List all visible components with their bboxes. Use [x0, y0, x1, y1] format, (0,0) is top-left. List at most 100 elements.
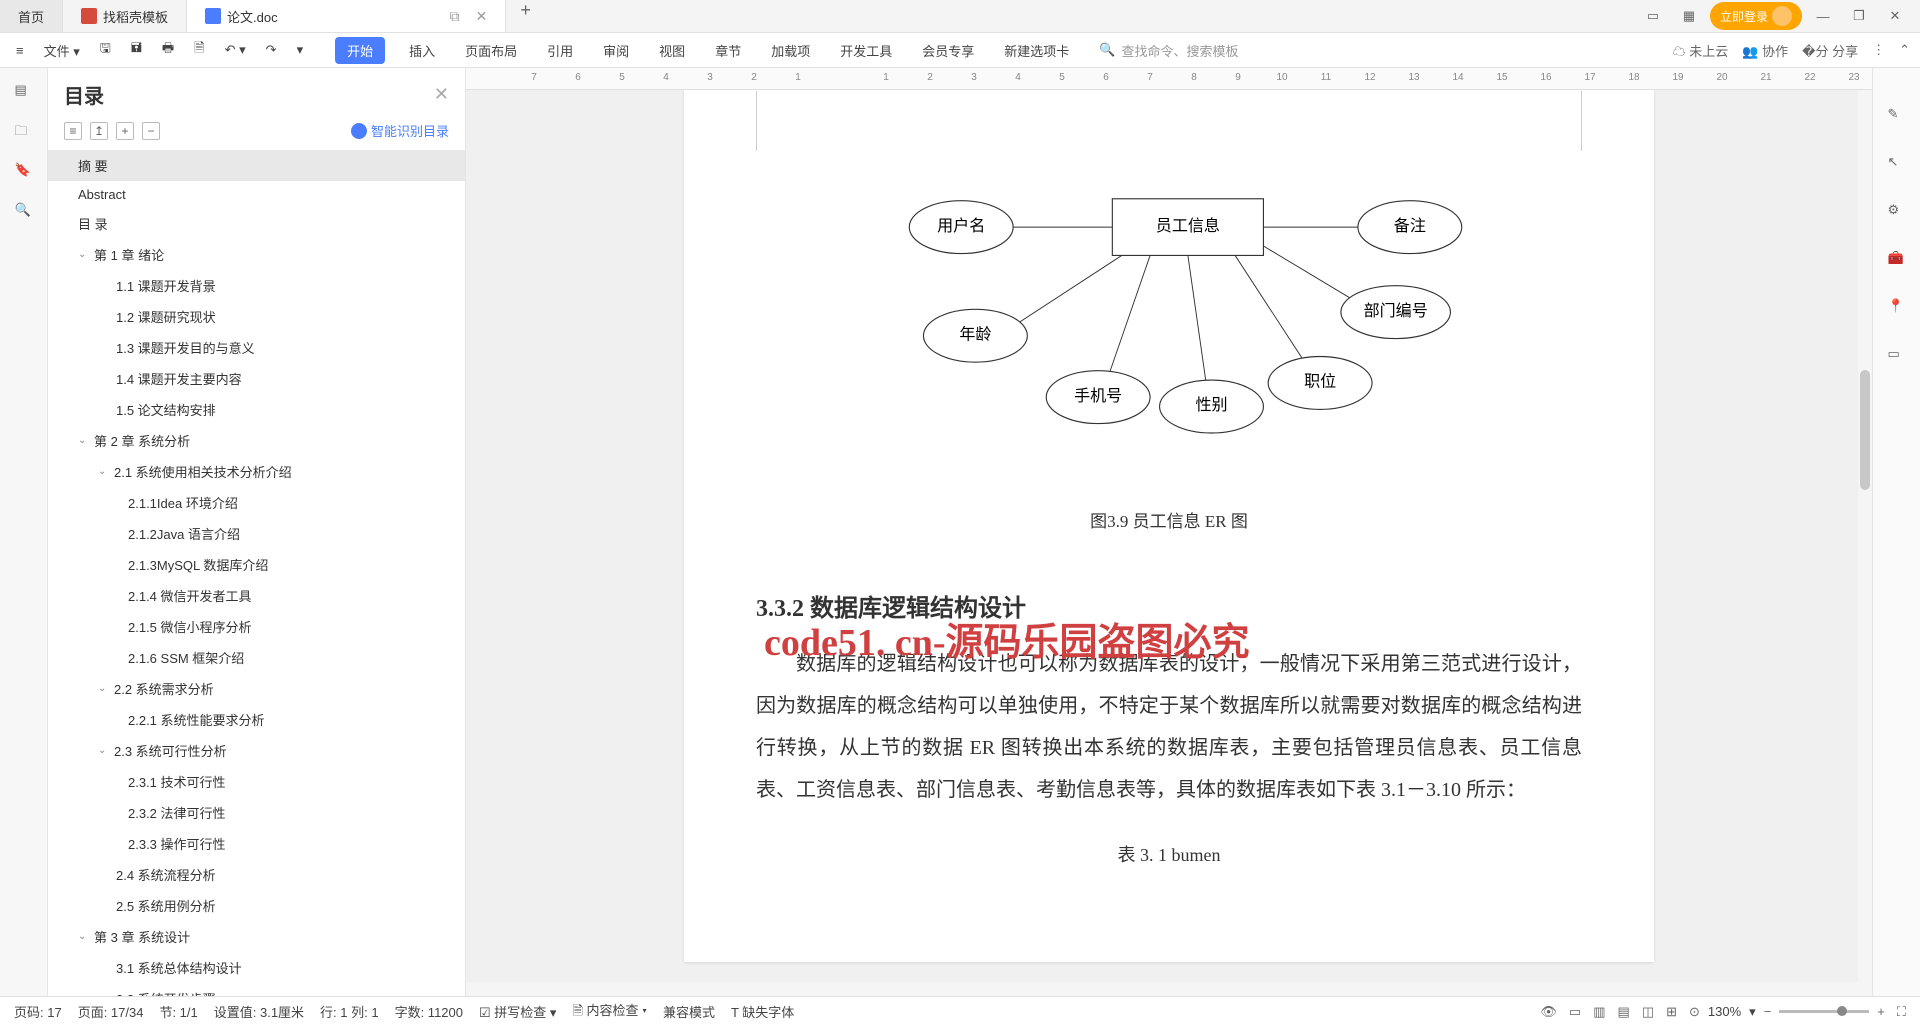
- print-preview-icon[interactable]: 🗎: [188, 35, 210, 65]
- tab-add-button[interactable]: +: [506, 0, 545, 32]
- toc-item[interactable]: ⌄2.1 系统使用相关技术分析介绍: [48, 456, 465, 487]
- view-grid-icon[interactable]: ⊞: [1666, 1004, 1677, 1020]
- toc-list-icon[interactable]: ≡: [64, 122, 82, 140]
- view-web-icon[interactable]: ▥: [1593, 1004, 1605, 1020]
- bookmark-icon[interactable]: 🔖: [15, 162, 33, 180]
- toc-item[interactable]: 2.1.4 微信开发者工具: [48, 580, 465, 611]
- select-icon[interactable]: ↖: [1888, 154, 1906, 172]
- vscroll-thumb[interactable]: [1860, 370, 1870, 490]
- read-icon[interactable]: ▭: [1888, 346, 1906, 364]
- zoom-thumb[interactable]: [1837, 1006, 1847, 1016]
- ribbon-tab-layout[interactable]: 页面布局: [459, 37, 523, 64]
- ribbon-tab-addons[interactable]: 加载项: [765, 37, 816, 64]
- login-button[interactable]: 立即登录: [1710, 2, 1802, 30]
- zoom-reset-icon[interactable]: ⊙: [1689, 1004, 1700, 1020]
- vertical-scrollbar[interactable]: [1858, 90, 1872, 996]
- ribbon-tab-sections[interactable]: 章节: [709, 37, 747, 64]
- toc-item[interactable]: 1.1 课题开发背景: [48, 270, 465, 301]
- apps-icon[interactable]: ▦: [1674, 1, 1704, 31]
- save-icon[interactable]: 🖫: [94, 35, 117, 65]
- cloud-status[interactable]: ☁ 未上云: [1673, 41, 1729, 60]
- status-font[interactable]: T 缺失字体: [731, 1002, 794, 1021]
- close-button[interactable]: ✕: [1880, 1, 1910, 31]
- tab-popout-icon[interactable]: ⧉: [450, 8, 460, 25]
- toc-item[interactable]: 2.4 系统流程分析: [48, 859, 465, 890]
- file-menu[interactable]: 文件 ▾: [38, 37, 86, 64]
- view-read-icon[interactable]: ◫: [1642, 1004, 1654, 1020]
- status-page[interactable]: 页面: 17/34: [78, 1002, 144, 1021]
- collab-button[interactable]: 👥 协作: [1742, 41, 1788, 60]
- minimize-button[interactable]: —: [1808, 1, 1838, 31]
- collapse-ribbon-icon[interactable]: ⌃: [1899, 42, 1910, 58]
- maximize-button[interactable]: ❐: [1844, 1, 1874, 31]
- view-eye-icon[interactable]: 👁: [1540, 1004, 1557, 1020]
- toc-item[interactable]: ⌄2.2 系统需求分析: [48, 673, 465, 704]
- undo-button[interactable]: ↶ ▾: [219, 38, 252, 62]
- more-icon[interactable]: ⋮: [1872, 42, 1885, 58]
- ribbon-tab-references[interactable]: 引用: [541, 37, 579, 64]
- zoom-slider[interactable]: [1779, 1010, 1869, 1013]
- toc-item[interactable]: ⌄2.3 系统可行性分析: [48, 735, 465, 766]
- ribbon-tab-insert[interactable]: 插入: [403, 37, 441, 64]
- status-section[interactable]: 节: 1/1: [159, 1002, 197, 1021]
- settings-icon[interactable]: ⚙: [1888, 202, 1906, 220]
- tool-icon[interactable]: 🧰: [1888, 250, 1906, 268]
- chevron-down-icon[interactable]: ⌄: [98, 745, 110, 756]
- saveas-icon[interactable]: 🖬: [125, 35, 148, 65]
- toc-ai-button[interactable]: 智能识别目录: [351, 121, 449, 140]
- toc-item[interactable]: ⌄第 2 章 系统分析: [48, 425, 465, 456]
- chevron-down-icon[interactable]: ⌄: [98, 683, 110, 694]
- toc-item[interactable]: 1.2 课题研究现状: [48, 301, 465, 332]
- find-icon[interactable]: 🔍: [15, 202, 33, 220]
- ribbon-tab-view[interactable]: 视图: [653, 37, 691, 64]
- location-icon[interactable]: 📍: [1888, 298, 1906, 316]
- layout-icon[interactable]: ▭: [1638, 1, 1668, 31]
- ruler[interactable]: 7654321123456789101112131415161718192021…: [466, 68, 1872, 90]
- qat-dropdown[interactable]: ▾: [291, 38, 310, 62]
- tab-document[interactable]: 论文.doc⧉✕: [187, 0, 506, 32]
- status-content[interactable]: 🗎 内容检查 ▾: [572, 1000, 647, 1024]
- ribbon-tab-review[interactable]: 审阅: [597, 37, 635, 64]
- toc-item[interactable]: 2.1.3MySQL 数据库介绍: [48, 549, 465, 580]
- folder-icon[interactable]: 🗀: [15, 122, 33, 140]
- view-outline-icon[interactable]: ▤: [1618, 1004, 1630, 1020]
- chevron-down-icon[interactable]: ⌄: [78, 249, 90, 260]
- tab-home[interactable]: 首页: [0, 0, 63, 32]
- horizontal-scrollbar[interactable]: [466, 982, 1872, 996]
- toc-item[interactable]: 2.2.1 系统性能要求分析: [48, 704, 465, 735]
- toc-item[interactable]: 2.1.5 微信小程序分析: [48, 611, 465, 642]
- ribbon-tab-new[interactable]: 新建选项卡: [998, 37, 1075, 64]
- toc-item[interactable]: ⌄第 1 章 绪论: [48, 239, 465, 270]
- tab-close-icon[interactable]: ✕: [476, 8, 488, 25]
- toc-item[interactable]: ⌄第 3 章 系统设计: [48, 921, 465, 952]
- search-box[interactable]: 🔍 查找命令、搜索模板: [1099, 41, 1238, 60]
- toc-item[interactable]: 1.3 课题开发目的与意义: [48, 332, 465, 363]
- redo-button[interactable]: ↷: [260, 38, 283, 62]
- chevron-down-icon[interactable]: ⌄: [78, 435, 90, 446]
- status-rowcol[interactable]: 行: 1 列: 1: [320, 1002, 379, 1021]
- zoom-value[interactable]: 130%: [1708, 1004, 1741, 1019]
- ribbon-tab-start[interactable]: 开始: [335, 37, 385, 64]
- tab-templates[interactable]: 找稻壳模板: [63, 0, 187, 32]
- toc-item[interactable]: Abstract: [48, 181, 465, 208]
- status-setval[interactable]: 设置值: 3.1厘米: [214, 1002, 304, 1021]
- toc-item[interactable]: 1.4 课题开发主要内容: [48, 363, 465, 394]
- toc-item[interactable]: 3.1 系统总体结构设计: [48, 952, 465, 983]
- toc-item[interactable]: 摘 要: [48, 150, 465, 181]
- toc-item[interactable]: 3.2 系统开发步骤: [48, 983, 465, 996]
- toc-item[interactable]: 2.3.3 操作可行性: [48, 828, 465, 859]
- status-page-no[interactable]: 页码: 17: [14, 1002, 62, 1021]
- view-print-icon[interactable]: ▭: [1569, 1004, 1581, 1020]
- toc-expand-icon[interactable]: +: [116, 122, 134, 140]
- toc-close-icon[interactable]: ✕: [434, 84, 449, 105]
- toc-promote-icon[interactable]: ↥: [90, 122, 108, 140]
- zoom-in-icon[interactable]: +: [1877, 1004, 1885, 1019]
- zoom-out-icon[interactable]: −: [1764, 1004, 1772, 1019]
- ribbon-tab-dev[interactable]: 开发工具: [834, 37, 898, 64]
- toc-item[interactable]: 2.1.1Idea 环境介绍: [48, 487, 465, 518]
- toc-item[interactable]: 1.5 论文结构安排: [48, 394, 465, 425]
- share-button[interactable]: �分 分享: [1802, 41, 1858, 60]
- toc-item[interactable]: 2.1.6 SSM 框架介绍: [48, 642, 465, 673]
- chevron-down-icon[interactable]: ⌄: [98, 466, 110, 477]
- status-words[interactable]: 字数: 11200: [395, 1002, 463, 1021]
